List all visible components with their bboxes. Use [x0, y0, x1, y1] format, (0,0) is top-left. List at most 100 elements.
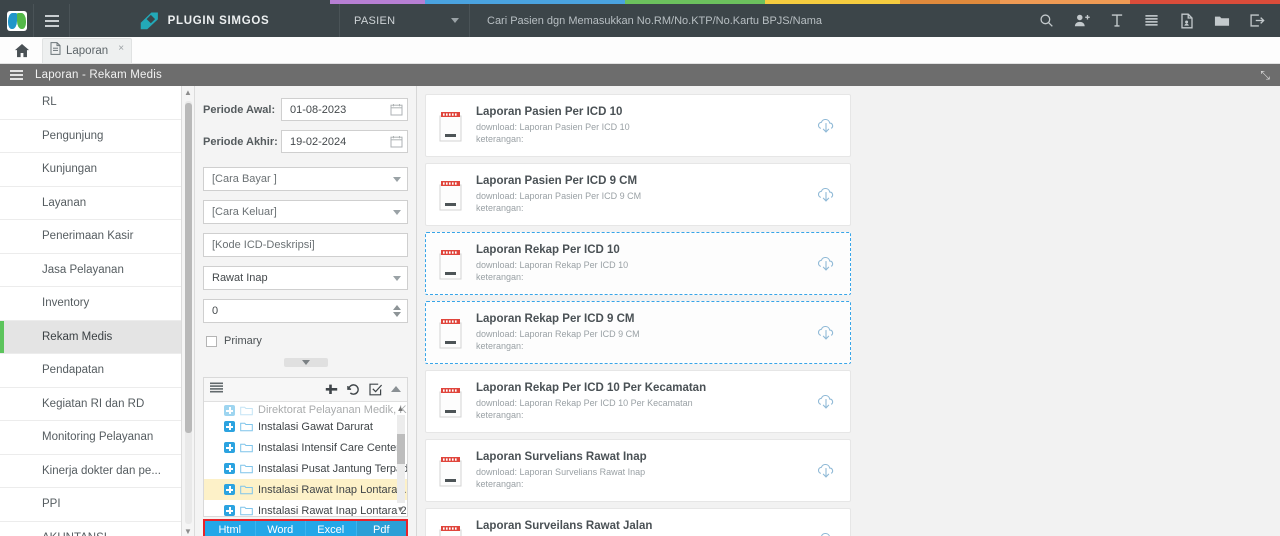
- cara-keluar-select[interactable]: [Cara Keluar]: [203, 200, 408, 224]
- expand-icon[interactable]: ⤡: [1260, 68, 1270, 83]
- document-icon[interactable]: [1169, 4, 1204, 37]
- panel-collapse-handle[interactable]: [203, 355, 408, 369]
- export-word-button[interactable]: Word: [255, 521, 306, 536]
- sidebar-item-pendapatan[interactable]: Pendapatan: [0, 354, 181, 388]
- sidebar-item-inventory[interactable]: Inventory: [0, 287, 181, 321]
- hamburger-icon: [44, 12, 59, 30]
- tree-node[interactable]: Instalasi Rawat Inap Lontara ...: [204, 479, 407, 500]
- sidebar-item-monitoring-pelayanan[interactable]: Monitoring Pelayanan: [0, 421, 181, 455]
- tree-scrollbar[interactable]: ▲ ▼: [396, 404, 405, 514]
- refresh-icon[interactable]: [347, 383, 360, 396]
- ruangan-select[interactable]: Rawat Inap: [203, 266, 408, 290]
- cloud-download-icon[interactable]: [816, 116, 836, 136]
- chevron-down-icon: [393, 176, 401, 182]
- cara-bayar-select[interactable]: [Cara Bayar ]: [203, 167, 408, 191]
- tree-node[interactable]: Instalasi Intensif Care Center: [204, 437, 407, 458]
- patient-type-select[interactable]: PASIEN: [340, 4, 470, 37]
- report-card[interactable]: Laporan Rekap Per ICD 10 Per Kecamatan do…: [425, 370, 851, 433]
- report-card[interactable]: Laporan Surveilans Rawat Jalandownload: …: [425, 508, 851, 536]
- kode-icd-input[interactable]: [Kode ICD-Deskripsi]: [203, 233, 408, 257]
- logout-icon[interactable]: [1239, 4, 1274, 37]
- scroll-track[interactable]: [396, 415, 405, 503]
- plus-icon[interactable]: [325, 383, 338, 396]
- export-html-button[interactable]: Html: [205, 521, 256, 536]
- expand-plus-icon[interactable]: [224, 484, 235, 495]
- report-card[interactable]: Laporan Rekap Per ICD 9 CM download: Lapo…: [425, 301, 851, 364]
- report-keterangan-text: keterangan:: [476, 479, 524, 489]
- periode-awal-input[interactable]: 01-08-2023: [281, 98, 408, 121]
- sidebar-item-kunjungan[interactable]: Kunjungan: [0, 153, 181, 187]
- expand-plus-icon[interactable]: [224, 405, 235, 416]
- tab-laporan[interactable]: Laporan ×: [42, 38, 133, 63]
- tree-node[interactable]: Direktorat Pelayanan Medik, Kep...: [204, 404, 407, 416]
- search-icon[interactable]: [1029, 4, 1064, 37]
- report-card[interactable]: Laporan Rekap Per ICD 10 download: Lapora…: [425, 232, 851, 295]
- close-icon[interactable]: ×: [118, 43, 124, 54]
- calendar-icon[interactable]: [390, 135, 403, 148]
- tree-node[interactable]: Instalasi Pusat Jantung Terpadu: [204, 458, 407, 479]
- sidebar-item-akuntansi[interactable]: AKUNTANSI: [0, 522, 181, 536]
- sidebar-scrollbar[interactable]: ▲ ▼: [182, 86, 195, 536]
- limit-stepper[interactable]: 0: [203, 299, 408, 323]
- tree-menu-icon[interactable]: [210, 381, 223, 399]
- check-square-icon[interactable]: [369, 383, 382, 396]
- scroll-up-icon[interactable]: ▲: [397, 404, 405, 413]
- export-excel-button[interactable]: Excel: [306, 521, 357, 536]
- report-download-text: download: Laporan Pasien Per ICD 9 CM: [476, 191, 642, 201]
- sidebar-item-kegiatan-ri-dan-rd[interactable]: Kegiatan RI dan RD: [0, 388, 181, 421]
- report-doc-icon: [438, 524, 464, 536]
- cloud-download-icon[interactable]: [816, 392, 836, 412]
- cloud-download-icon[interactable]: [816, 461, 836, 481]
- add-user-icon[interactable]: [1064, 4, 1099, 37]
- tree-node[interactable]: Instalasi Rawat Inap Lontara 2: [204, 500, 407, 516]
- list-icon[interactable]: [1134, 4, 1169, 37]
- cloud-download-icon[interactable]: [816, 323, 836, 343]
- expand-plus-icon[interactable]: [224, 442, 235, 453]
- sidebar-item-penerimaan-kasir[interactable]: Penerimaan Kasir: [0, 220, 181, 254]
- folder-icon[interactable]: [1204, 4, 1239, 37]
- hamburger-menu-button[interactable]: [34, 4, 70, 37]
- stepper-arrows-icon[interactable]: [393, 305, 401, 317]
- scroll-thumb[interactable]: [396, 434, 405, 465]
- primary-checkbox[interactable]: Primary: [206, 335, 408, 347]
- periode-akhir-input[interactable]: 19-02-2024: [281, 130, 408, 153]
- cloud-download-icon[interactable]: [816, 254, 836, 274]
- scroll-down-icon[interactable]: ▼: [397, 505, 405, 514]
- scroll-track[interactable]: [184, 101, 192, 524]
- leaf-icon: [140, 11, 159, 30]
- report-card[interactable]: Laporan Survelians Rawat Inap download: L…: [425, 439, 851, 502]
- report-card-body: Laporan Rekap Per ICD 10 Per Kecamatan do…: [476, 382, 816, 421]
- sidebar-item-jasa-pelayanan[interactable]: Jasa Pelayanan: [0, 254, 181, 287]
- list-menu-icon[interactable]: [10, 68, 23, 83]
- scroll-up-icon[interactable]: ▲: [184, 89, 192, 97]
- expand-plus-icon[interactable]: [224, 463, 235, 474]
- report-card-body: Laporan Pasien Per ICD 9 CM download: Lap…: [476, 175, 816, 214]
- sidebar-item-label: Pengunjung: [42, 129, 104, 142]
- sidebar-item-kinerja-dokter-dan-pe[interactable]: Kinerja dokter dan pe...: [0, 455, 181, 488]
- calendar-icon[interactable]: [390, 103, 403, 116]
- home-icon[interactable]: [8, 37, 36, 63]
- sidebar-item-rl[interactable]: RL: [0, 86, 181, 120]
- patient-search-input[interactable]: Cari Pasien dgn Memasukkan No.RM/No.KTP/…: [470, 4, 1029, 37]
- cloud-download-icon[interactable]: [816, 530, 836, 536]
- text-format-icon[interactable]: [1099, 4, 1134, 37]
- sidebar-item-label: Penerimaan Kasir: [42, 230, 134, 243]
- report-card-grid: Laporan Pasien Per ICD 10 download: Lapor…: [425, 94, 1274, 536]
- chevron-up-icon[interactable]: [391, 386, 401, 393]
- report-card[interactable]: Laporan Pasien Per ICD 10 download: Lapor…: [425, 94, 851, 157]
- scroll-thumb[interactable]: [184, 103, 192, 433]
- expand-plus-icon[interactable]: [224, 505, 235, 516]
- sidebar-item-label: Rekam Medis: [42, 330, 113, 343]
- sidebar-item-pengunjung[interactable]: Pengunjung: [0, 120, 181, 153]
- cloud-download-icon[interactable]: [816, 185, 836, 205]
- tree-node[interactable]: Instalasi Gawat Darurat: [204, 416, 407, 437]
- sidebar-item-rekam-medis[interactable]: Rekam Medis: [0, 320, 181, 354]
- report-card[interactable]: Laporan Pasien Per ICD 9 CM download: Lap…: [425, 163, 851, 226]
- expand-plus-icon[interactable]: [224, 421, 235, 432]
- sidebar-item-layanan[interactable]: Layanan: [0, 187, 181, 220]
- tab-bar: Laporan ×: [0, 37, 1280, 64]
- export-pdf-button[interactable]: Pdf: [356, 521, 406, 536]
- sidebar-item-ppi[interactable]: PPI: [0, 488, 181, 522]
- scroll-down-icon[interactable]: ▼: [184, 528, 192, 536]
- brand-block: PLUGIN SIMGOS: [70, 4, 340, 37]
